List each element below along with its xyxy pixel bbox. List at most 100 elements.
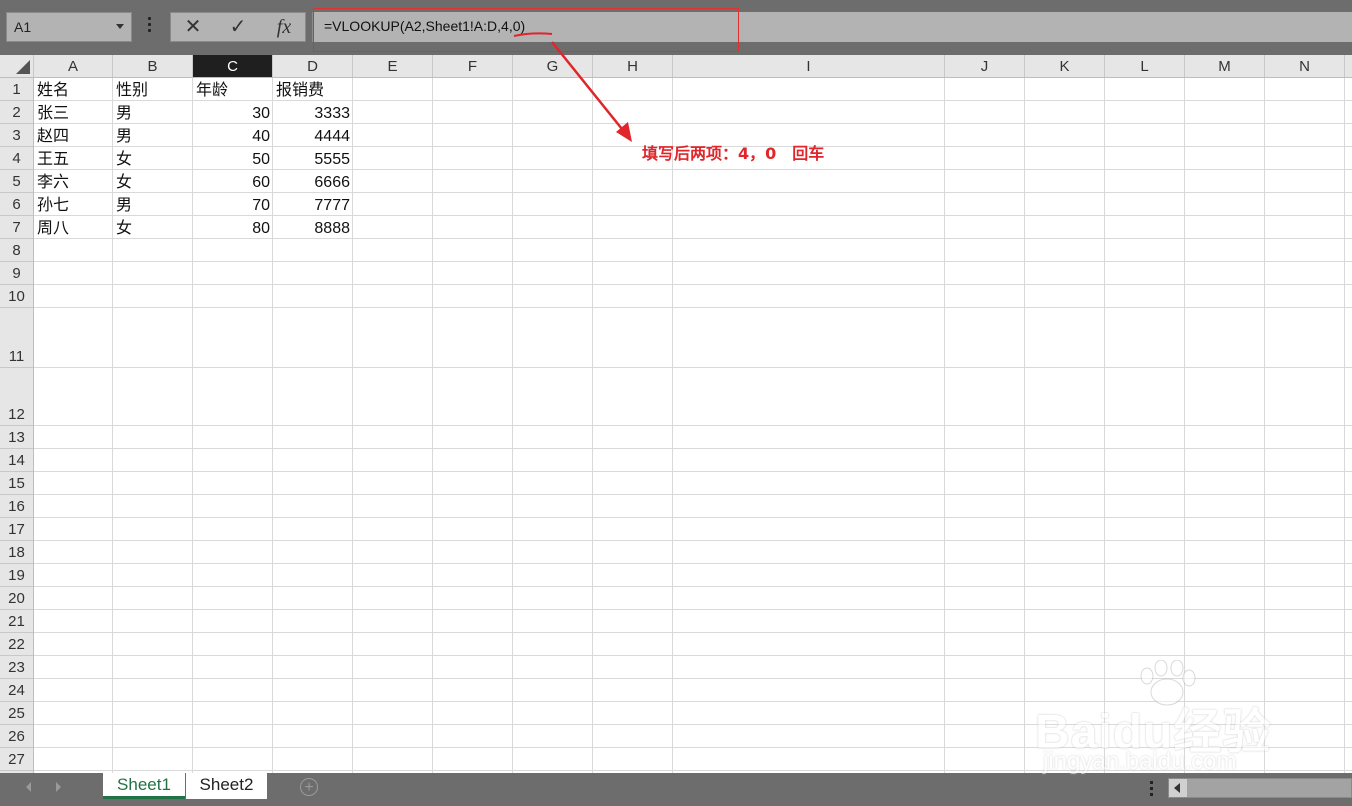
column-header-b[interactable]: B <box>113 55 193 77</box>
cell-c7[interactable]: 80 <box>193 216 273 239</box>
cell-d3[interactable]: 4444 <box>273 124 353 147</box>
row-header-13[interactable]: 13 <box>0 426 33 449</box>
row-header-27[interactable]: 27 <box>0 748 33 771</box>
grid-line-horizontal <box>34 586 1352 587</box>
row-header-12[interactable]: 12 <box>0 368 33 426</box>
horizontal-scrollbar[interactable] <box>1168 778 1352 798</box>
column-header-e[interactable]: E <box>353 55 433 77</box>
column-header-n[interactable]: N <box>1265 55 1345 77</box>
next-sheet-icon[interactable] <box>56 782 61 792</box>
formula-underline <box>513 32 553 37</box>
annotation-arrow <box>551 41 632 142</box>
column-header-j[interactable]: J <box>945 55 1025 77</box>
enter-icon[interactable]: ✓ <box>223 16 253 38</box>
cell-b5[interactable]: 女 <box>113 170 193 193</box>
prev-sheet-icon[interactable] <box>26 782 31 792</box>
add-sheet-button[interactable]: + <box>300 778 318 796</box>
cell-c4[interactable]: 50 <box>193 147 273 170</box>
row-header-24[interactable]: 24 <box>0 679 33 702</box>
row-header-25[interactable]: 25 <box>0 702 33 725</box>
grid-line-horizontal <box>34 425 1352 426</box>
column-header-f[interactable]: F <box>433 55 513 77</box>
column-header-a[interactable]: A <box>34 55 113 77</box>
row-header-16[interactable]: 16 <box>0 495 33 518</box>
scroll-left-icon[interactable] <box>1169 779 1187 797</box>
row-header-2[interactable]: 2 <box>0 101 33 124</box>
row-header-26[interactable]: 26 <box>0 725 33 748</box>
cell-c6[interactable]: 70 <box>193 193 273 216</box>
name-box[interactable]: A1 <box>6 12 132 42</box>
row-header-3[interactable]: 3 <box>0 124 33 147</box>
grid-line-horizontal <box>34 261 1352 262</box>
cell-c2[interactable]: 30 <box>193 101 273 124</box>
row-header-21[interactable]: 21 <box>0 610 33 633</box>
grid-line-horizontal <box>34 494 1352 495</box>
cell-b1[interactable]: 性别 <box>113 78 193 101</box>
cell-a3[interactable]: 赵四 <box>34 124 113 147</box>
cell-a5[interactable]: 李六 <box>34 170 113 193</box>
cell-b6[interactable]: 男 <box>113 193 193 216</box>
grid-line-horizontal <box>34 609 1352 610</box>
select-all-button[interactable] <box>0 55 34 77</box>
cell-d1[interactable]: 报销费 <box>273 78 353 101</box>
row-header-5[interactable]: 5 <box>0 170 33 193</box>
cell-b2[interactable]: 男 <box>113 101 193 124</box>
row-header-6[interactable]: 6 <box>0 193 33 216</box>
grid-line-horizontal <box>34 367 1352 368</box>
row-header-22[interactable]: 22 <box>0 633 33 656</box>
cell-d4[interactable]: 5555 <box>273 147 353 170</box>
cancel-icon[interactable]: ✕ <box>178 16 208 38</box>
row-header-19[interactable]: 19 <box>0 564 33 587</box>
cell-b3[interactable]: 男 <box>113 124 193 147</box>
column-headers: ABCDEFGHIJKLMN <box>0 55 1352 78</box>
cell-b7[interactable]: 女 <box>113 216 193 239</box>
row-header-15[interactable]: 15 <box>0 472 33 495</box>
insert-function-icon[interactable]: fx <box>269 16 299 38</box>
cell-d5[interactable]: 6666 <box>273 170 353 193</box>
scroll-split-icon[interactable] <box>1148 781 1154 797</box>
formula-buttons: ✕ ✓ fx <box>170 12 306 42</box>
grid-line-horizontal <box>34 517 1352 518</box>
more-options-icon[interactable] <box>146 17 152 37</box>
grid-line-horizontal <box>34 540 1352 541</box>
column-header-i[interactable]: I <box>673 55 945 77</box>
row-header-14[interactable]: 14 <box>0 449 33 472</box>
annotation-text: 填写后两项：4，0 回车 <box>642 144 825 163</box>
grid-line-horizontal <box>34 563 1352 564</box>
row-header-10[interactable]: 10 <box>0 285 33 308</box>
cell-a6[interactable]: 孙七 <box>34 193 113 216</box>
cell-a7[interactable]: 周八 <box>34 216 113 239</box>
cell-d7[interactable]: 8888 <box>273 216 353 239</box>
column-header-c[interactable]: C <box>193 55 273 77</box>
cell-d6[interactable]: 7777 <box>273 193 353 216</box>
column-header-d[interactable]: D <box>273 55 353 77</box>
row-header-9[interactable]: 9 <box>0 262 33 285</box>
cell-c1[interactable]: 年龄 <box>193 78 273 101</box>
cell-b4[interactable]: 女 <box>113 147 193 170</box>
cell-c5[interactable]: 60 <box>193 170 273 193</box>
cell-a2[interactable]: 张三 <box>34 101 113 124</box>
row-header-7[interactable]: 7 <box>0 216 33 239</box>
cell-a1[interactable]: 姓名 <box>34 78 113 101</box>
grid-line-horizontal <box>34 632 1352 633</box>
watermark: Baidu经验 jingyan.baidu.com <box>1035 660 1295 780</box>
grid-line-horizontal <box>34 448 1352 449</box>
column-header-k[interactable]: K <box>1025 55 1105 77</box>
row-header-4[interactable]: 4 <box>0 147 33 170</box>
row-header-8[interactable]: 8 <box>0 239 33 262</box>
row-header-1[interactable]: 1 <box>0 78 33 101</box>
chevron-down-icon[interactable] <box>116 24 124 29</box>
column-header-l[interactable]: L <box>1105 55 1185 77</box>
column-header-m[interactable]: M <box>1185 55 1265 77</box>
cell-a4[interactable]: 王五 <box>34 147 113 170</box>
row-header-20[interactable]: 20 <box>0 587 33 610</box>
tab-sheet1[interactable]: Sheet1 <box>103 773 185 799</box>
cell-c3[interactable]: 40 <box>193 124 273 147</box>
row-header-17[interactable]: 17 <box>0 518 33 541</box>
cell-d2[interactable]: 3333 <box>273 101 353 124</box>
tab-sheet2[interactable]: Sheet2 <box>186 773 267 799</box>
row-header-18[interactable]: 18 <box>0 541 33 564</box>
row-header-23[interactable]: 23 <box>0 656 33 679</box>
watermark-sub: jingyan.baidu.com <box>1043 748 1237 775</box>
row-header-11[interactable]: 11 <box>0 308 33 368</box>
